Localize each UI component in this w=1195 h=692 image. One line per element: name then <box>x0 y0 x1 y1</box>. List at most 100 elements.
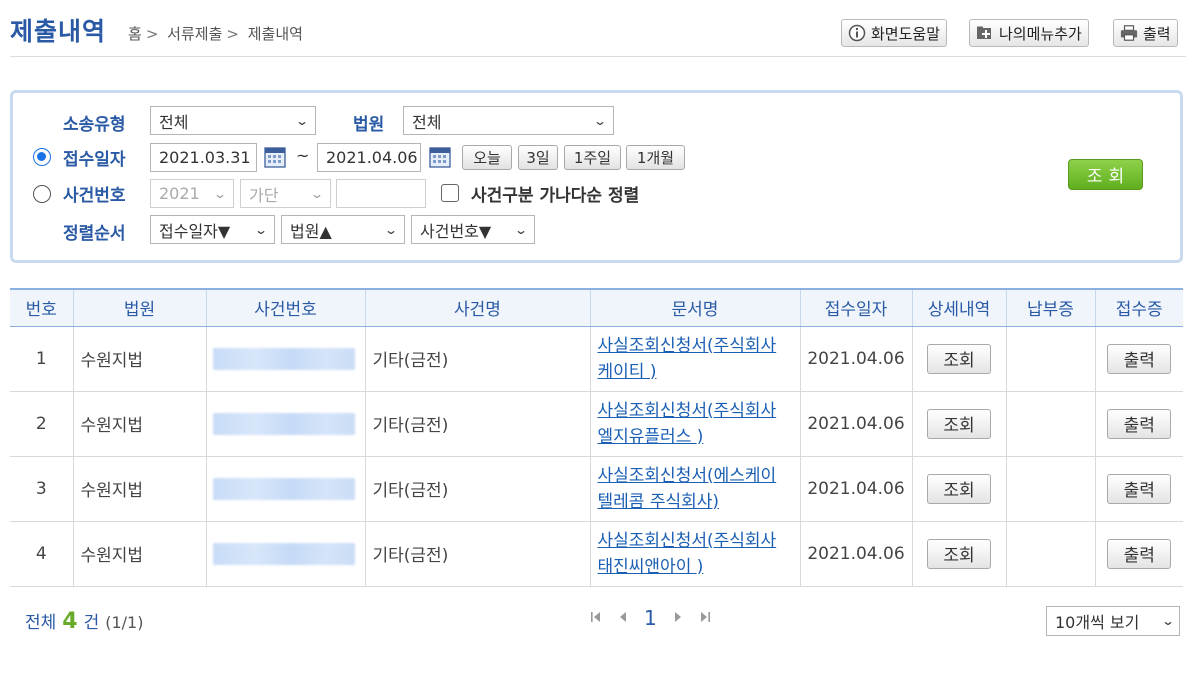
info-icon <box>848 24 866 42</box>
receipt-print-button[interactable]: 출력 <box>1107 343 1172 374</box>
receipt-print-button[interactable]: 출력 <box>1107 408 1172 439</box>
row-payment-receipt <box>1005 521 1095 587</box>
row-document-cell: 사실조회신청서(주식회사 케이티 ) <box>589 326 800 392</box>
current-page[interactable]: 1 <box>644 606 657 630</box>
date-from-input[interactable]: 2021.03.31 <box>150 143 257 172</box>
table-row: 1 수원지법 기타(금전) 사실조회신청서(주식회사 케이티 ) 2021.04… <box>10 326 1183 392</box>
chevron-down-icon: ⌄ <box>309 186 325 201</box>
page-info: (1/1) <box>105 613 144 632</box>
printer-icon <box>1120 24 1138 42</box>
document-link[interactable]: 사실조회신청서(주식회사 케이티 ) <box>598 333 799 385</box>
last-page-icon[interactable] <box>699 611 711 626</box>
total-prefix: 전체 <box>25 613 57 633</box>
quick-3days-button[interactable]: 3일 <box>518 145 558 170</box>
row-receipt-date: 2021.04.06 <box>799 326 912 392</box>
row-filing-receipt-cell: 출력 <box>1094 391 1183 457</box>
col-header-case-number: 사건번호 <box>205 288 365 327</box>
row-court: 수원지법 <box>72 391 206 457</box>
redacted-block <box>212 542 355 565</box>
row-number: 1 <box>10 326 73 392</box>
document-link[interactable]: 사실조회신청서(주식회사 엘지유플러스 ) <box>598 398 799 450</box>
search-button[interactable]: 조회 <box>1068 159 1143 190</box>
case-type-label: 소송유형 <box>63 115 126 135</box>
detail-view-button[interactable]: 조회 <box>927 473 991 504</box>
row-case-number-redacted <box>205 521 365 587</box>
sort-order-3-select[interactable]: 사건번호▼ ⌄ <box>411 215 535 244</box>
page-title: 제출내역 <box>10 17 107 46</box>
breadcrumb: 홈 > 서류제출 > 제출내역 <box>128 25 303 43</box>
row-number: 4 <box>10 521 73 587</box>
add-menu-button[interactable]: 나의메뉴추가 <box>969 19 1089 47</box>
redacted-block <box>212 347 355 370</box>
print-button[interactable]: 출력 <box>1113 19 1178 47</box>
document-link[interactable]: 사실조회신청서(주식회사 태진씨앤아이 ) <box>598 528 799 580</box>
case-year-select[interactable]: 2021 ⌄ <box>150 179 234 208</box>
document-link[interactable]: 사실조회신청서(에스케이텔레콤 주식회사) <box>598 463 799 515</box>
receipt-date-radio[interactable] <box>33 148 51 166</box>
row-number: 2 <box>10 391 73 457</box>
row-case-name: 기타(금전) <box>364 326 590 392</box>
receipt-print-button[interactable]: 출력 <box>1107 538 1172 569</box>
detail-view-button[interactable]: 조회 <box>927 343 991 374</box>
page-header: 제출내역 홈 > 서류제출 > 제출내역 화면도움말 나의메뉴추가 출력 <box>0 0 1195 60</box>
search-panel: 소송유형 전체 ⌄ 법원 전체 ⌄ 접수일자 2021.03.31 ~ 2021.0… <box>10 90 1183 263</box>
col-header-number: 번호 <box>10 288 73 327</box>
total-number: 4 <box>62 609 78 634</box>
breadcrumb-submission[interactable]: 서류제출 <box>167 25 222 43</box>
quick-1week-button[interactable]: 1주일 <box>564 145 621 170</box>
col-header-document-name: 문서명 <box>589 288 800 327</box>
sort-by-case-kind-checkbox[interactable] <box>441 184 459 202</box>
detail-view-button[interactable]: 조회 <box>927 538 991 569</box>
receipt-print-button[interactable]: 출력 <box>1107 473 1172 504</box>
table-row: 2 수원지법 기타(금전) 사실조회신청서(주식회사 엘지유플러스 ) 2021… <box>10 391 1183 457</box>
sort-order-label: 정렬순서 <box>63 224 126 244</box>
court-select[interactable]: 전체 ⌄ <box>403 106 614 135</box>
table-header-row: 번호 법원 사건번호 사건명 문서명 접수일자 상세내역 납부증 접수증 <box>10 288 1183 327</box>
row-details-cell: 조회 <box>911 521 1006 587</box>
case-number-radio[interactable] <box>33 185 51 203</box>
case-type-select[interactable]: 전체 ⌄ <box>150 106 316 135</box>
row-receipt-date: 2021.04.06 <box>799 391 912 457</box>
help-button[interactable]: 화면도움말 <box>841 19 948 47</box>
chevron-down-icon: ⌄ <box>212 186 228 201</box>
case-kind-select[interactable]: 가단 ⌄ <box>240 179 331 208</box>
breadcrumb-home[interactable]: 홈 <box>128 25 142 43</box>
chevron-down-icon: ⌄ <box>383 222 399 237</box>
row-receipt-date: 2021.04.06 <box>799 521 912 587</box>
col-header-filing-receipt: 접수증 <box>1094 288 1183 327</box>
receipt-date-label: 접수일자 <box>63 150 126 170</box>
sort-order-2-select[interactable]: 법원▲ ⌄ <box>281 215 405 244</box>
col-header-court: 법원 <box>72 288 206 327</box>
row-receipt-date: 2021.04.06 <box>799 456 912 522</box>
case-number-input[interactable] <box>336 179 426 208</box>
row-case-number-redacted <box>205 391 365 457</box>
detail-view-button[interactable]: 조회 <box>927 408 991 439</box>
court-label: 법원 <box>353 115 385 135</box>
row-case-number-redacted <box>205 456 365 522</box>
page-size-select[interactable]: 10개씩 보기 ⌄ <box>1046 606 1180 636</box>
prev-page-icon[interactable] <box>618 611 628 626</box>
chevron-down-icon: ⌄ <box>1160 614 1176 628</box>
add-folder-icon <box>976 24 994 42</box>
quick-1month-button[interactable]: 1개월 <box>626 145 685 170</box>
total-suffix: 건 <box>83 613 100 633</box>
col-header-details: 상세내역 <box>911 288 1006 327</box>
chevron-down-icon: ⌄ <box>253 222 269 237</box>
chevron-down-icon: ⌄ <box>294 113 310 128</box>
header-divider <box>10 56 1186 57</box>
col-header-receipt-date: 접수일자 <box>799 288 912 327</box>
help-button-label: 화면도움말 <box>871 24 941 43</box>
row-number: 3 <box>10 456 73 522</box>
date-to-input[interactable]: 2021.04.06 <box>317 143 421 172</box>
sort-order-1-select[interactable]: 접수일자▼ ⌄ <box>150 215 275 244</box>
row-filing-receipt-cell: 출력 <box>1094 456 1183 522</box>
next-page-icon[interactable] <box>673 611 683 626</box>
calendar-icon[interactable] <box>264 146 286 168</box>
quick-today-button[interactable]: 오늘 <box>462 145 512 170</box>
row-payment-receipt <box>1005 391 1095 457</box>
first-page-icon[interactable] <box>590 611 602 626</box>
table-row: 3 수원지법 기타(금전) 사실조회신청서(에스케이텔레콤 주식회사) 2021… <box>10 456 1183 522</box>
case-number-label: 사건번호 <box>63 186 126 206</box>
calendar-icon[interactable] <box>429 146 451 168</box>
chevron-down-icon: ⌄ <box>592 113 608 128</box>
